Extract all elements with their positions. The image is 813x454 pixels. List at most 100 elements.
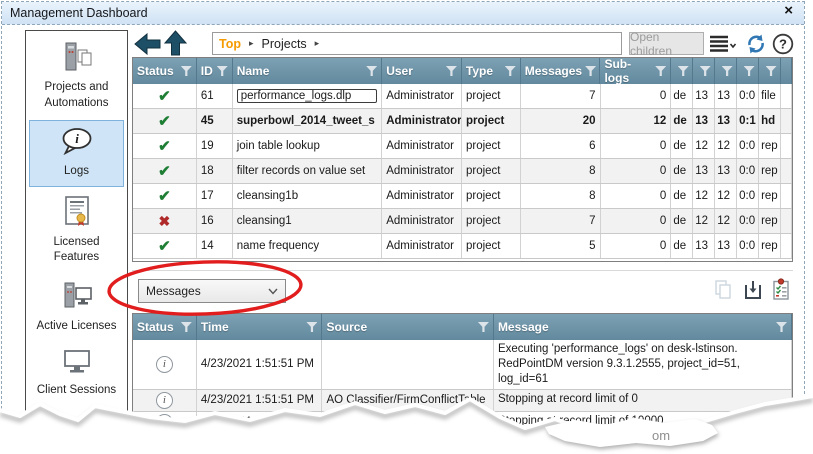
table-cell: 0:0 bbox=[737, 159, 759, 183]
column-header[interactable] bbox=[759, 58, 781, 84]
pane-splitter[interactable] bbox=[132, 270, 793, 271]
table-cell: 0:0 bbox=[737, 84, 759, 108]
column-header-id[interactable]: ID bbox=[197, 58, 233, 84]
column-header-status[interactable]: Status bbox=[133, 314, 197, 340]
table-cell: 4/23/2021 1:51:57 PM bbox=[197, 412, 323, 433]
table-row[interactable]: ✔61performance_logs.dlpAdministratorproj… bbox=[133, 84, 792, 109]
sidebar-item-modules[interactable]: Modules bbox=[29, 408, 124, 454]
table-cell: 12 bbox=[715, 209, 737, 233]
table-row[interactable]: ✖16cleansing1Administratorproject70de121… bbox=[133, 209, 792, 234]
column-header-type[interactable]: Type bbox=[462, 58, 521, 84]
table-cell: 0 bbox=[601, 234, 672, 258]
table-cell: name frequency bbox=[233, 234, 383, 258]
table-cell: 13 bbox=[715, 84, 737, 108]
column-header[interactable] bbox=[737, 58, 759, 84]
detail-view-dropdown[interactable]: Messages bbox=[138, 279, 286, 303]
table-cell: ✔ bbox=[133, 234, 197, 258]
table-cell: cleansing1 bbox=[233, 209, 383, 233]
column-header-label: Status bbox=[137, 64, 174, 78]
table-cell: 45 bbox=[197, 109, 233, 133]
table-cell bbox=[322, 340, 493, 389]
table-cell: de bbox=[671, 209, 693, 233]
table-row[interactable]: ✔45superbowl_2014_tweet_sAdministratorpr… bbox=[133, 109, 792, 134]
column-header-messages[interactable]: Messages bbox=[521, 58, 601, 84]
column-header[interactable] bbox=[693, 58, 715, 84]
title-bar: Management Dashboard bbox=[2, 2, 804, 25]
table-header-row: StatusTimeSourceMessage bbox=[133, 314, 792, 340]
table-cell: de bbox=[671, 84, 693, 108]
sidebar-item-logs[interactable]: iLogs bbox=[29, 120, 124, 187]
table-row[interactable]: i4/23/2021 1:51:51 PMExecuting 'performa… bbox=[133, 340, 792, 390]
help-icon[interactable]: ? bbox=[772, 33, 794, 60]
projects-automations-icon bbox=[59, 42, 95, 77]
refresh-icon[interactable] bbox=[745, 33, 767, 60]
name-edit-box[interactable]: performance_logs.dlp bbox=[237, 89, 378, 103]
filter-funnel-icon[interactable] bbox=[655, 66, 666, 76]
filter-funnel-icon[interactable] bbox=[217, 66, 228, 76]
filter-funnel-icon[interactable] bbox=[585, 66, 596, 76]
back-icon[interactable] bbox=[134, 33, 161, 60]
table-row[interactable]: ✔19join table lookupAdministratorproject… bbox=[133, 134, 792, 159]
table-cell: ✖ bbox=[133, 209, 197, 233]
filter-funnel-icon[interactable] bbox=[678, 66, 689, 76]
sidebar-item-active-licenses[interactable]: Active Licenses bbox=[29, 275, 124, 342]
table-row[interactable]: ✔17cleansing1bAdministratorproject80de12… bbox=[133, 184, 792, 209]
column-header[interactable] bbox=[671, 58, 693, 84]
table-cell: join table lookup bbox=[233, 134, 383, 158]
sidebar-item-projects-automations[interactable]: Projects and Automations bbox=[29, 36, 124, 118]
copy-icon[interactable] bbox=[713, 279, 733, 306]
breadcrumb-item-projects[interactable]: Projects bbox=[262, 37, 307, 51]
menu-icon[interactable] bbox=[708, 33, 738, 60]
table-cell: 4/23/2021 1:51:51 PM bbox=[197, 390, 323, 411]
filter-funnel-icon[interactable] bbox=[366, 66, 377, 76]
table-cell: 8 bbox=[521, 184, 601, 208]
breadcrumb-root[interactable]: Top bbox=[219, 37, 241, 51]
table-row[interactable]: ✔14name frequencyAdministratorproject50d… bbox=[133, 234, 792, 259]
table-cell: 0:0 bbox=[737, 184, 759, 208]
sidebar-item-licensed-features[interactable]: Licensed Features bbox=[29, 189, 124, 273]
column-header-time[interactable]: Time bbox=[197, 314, 323, 340]
import-icon[interactable] bbox=[743, 279, 763, 306]
table-cell: Administrator bbox=[382, 234, 462, 258]
filter-funnel-icon[interactable] bbox=[744, 66, 755, 76]
table-cell: i bbox=[133, 390, 197, 411]
filter-funnel-icon[interactable] bbox=[446, 66, 457, 76]
column-header-sub-logs[interactable]: Sub-logs bbox=[600, 58, 671, 84]
table-row[interactable]: i4/23/2021 1:51:51 PMAO Classifier/FirmC… bbox=[133, 390, 792, 412]
table-cell: project bbox=[462, 134, 521, 158]
table-cell: 20 bbox=[521, 109, 601, 133]
column-header[interactable] bbox=[715, 58, 737, 84]
table-cell: 5 bbox=[521, 234, 601, 258]
table-cell: i bbox=[133, 340, 197, 389]
filter-funnel-icon[interactable] bbox=[306, 322, 317, 332]
table-cell: 12 bbox=[715, 184, 737, 208]
filter-funnel-icon[interactable] bbox=[505, 66, 516, 76]
report-icon[interactable] bbox=[771, 278, 791, 306]
table-cell bbox=[781, 84, 792, 108]
filter-funnel-icon[interactable] bbox=[722, 66, 733, 76]
table-cell: 12 bbox=[693, 209, 715, 233]
filter-funnel-icon[interactable] bbox=[776, 322, 787, 332]
window-title: Management Dashboard bbox=[2, 6, 148, 20]
table-cell: ✔ bbox=[133, 109, 197, 133]
column-header[interactable] bbox=[781, 58, 792, 84]
column-header-name[interactable]: Name bbox=[233, 58, 382, 84]
sidebar-item-client-sessions[interactable]: Client Sessions bbox=[29, 343, 124, 406]
filter-funnel-icon[interactable] bbox=[700, 66, 711, 76]
table-cell: rep bbox=[759, 159, 781, 183]
column-header-message[interactable]: Message bbox=[494, 314, 792, 340]
column-header-user[interactable]: User bbox=[382, 58, 462, 84]
table-cell: 0:1 bbox=[737, 109, 759, 133]
filter-funnel-icon[interactable] bbox=[766, 66, 777, 76]
column-header-status[interactable]: Status bbox=[133, 58, 197, 84]
column-header-source[interactable]: Source bbox=[322, 314, 493, 340]
filter-funnel-icon[interactable] bbox=[181, 66, 192, 76]
table-cell: rep bbox=[759, 234, 781, 258]
table-row[interactable]: ✔18filter records on value setAdministra… bbox=[133, 159, 792, 184]
open-children-button[interactable]: Open children bbox=[629, 32, 704, 55]
table-row[interactable]: i4/23/2021 1:51:57 PMDLDInputStopping at… bbox=[133, 412, 792, 434]
filter-funnel-icon[interactable] bbox=[478, 322, 489, 332]
filter-funnel-icon[interactable] bbox=[181, 322, 192, 332]
table-cell: DLDInput bbox=[322, 412, 493, 433]
close-icon[interactable]: × bbox=[784, 1, 793, 21]
